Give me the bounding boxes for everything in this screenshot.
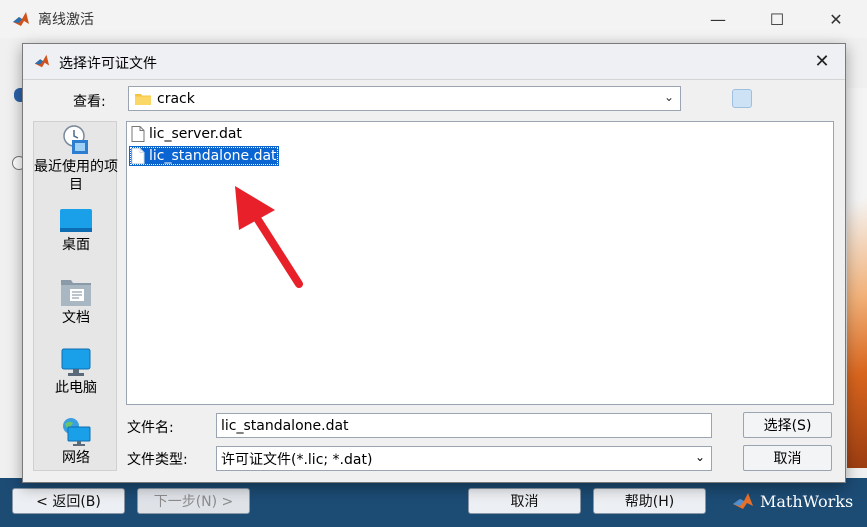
file-item-selected[interactable]: lic_standalone.dat: [129, 146, 279, 166]
mathworks-membrane-icon: [733, 493, 753, 509]
annotation-arrow-icon: [235, 186, 303, 288]
file-name: lic_standalone.dat: [149, 148, 277, 164]
chevron-down-icon: ⌄: [694, 450, 705, 464]
place-recent-items[interactable]: 最近使用的项目: [34, 124, 118, 194]
matlab-logo-icon: [34, 54, 50, 68]
mathworks-logo: MathWorks: [732, 488, 853, 514]
background-window-titlebar: 离线激活 — ☐ ✕: [0, 0, 867, 38]
place-network[interactable]: 网络: [34, 417, 118, 467]
footer-cancel-button[interactable]: 取消: [468, 488, 581, 514]
look-in-label: 查看:: [73, 94, 106, 110]
computer-icon: [61, 348, 91, 376]
help-button[interactable]: 帮助(H): [593, 488, 706, 514]
place-label: 此电脑: [55, 380, 97, 396]
documents-icon: [61, 280, 91, 306]
select-button[interactable]: 选择(S): [743, 412, 832, 438]
chevron-down-icon: ⌄: [663, 90, 674, 104]
place-label: 最近使用的项目: [34, 159, 118, 193]
places-bar: 最近使用的项目 桌面 文档 此电脑 网络: [33, 121, 118, 471]
minimize-button[interactable]: —: [695, 0, 741, 38]
filename-label: 文件名:: [127, 420, 174, 436]
next-button[interactable]: 下一步(N) >: [137, 488, 250, 514]
dialog-cancel-button[interactable]: 取消: [743, 445, 832, 471]
look-in-value: crack: [157, 90, 195, 107]
recent-items-icon: [63, 125, 88, 154]
place-desktop[interactable]: 桌面: [34, 208, 118, 254]
mathworks-wordmark: MathWorks: [760, 491, 854, 511]
folder-icon: [135, 94, 151, 105]
filetype-value: 许可证文件(*.lic; *.dat): [221, 451, 373, 468]
dialog-title: 选择许可证文件: [59, 56, 157, 72]
background-graphic: [847, 88, 867, 468]
dialog-close-button[interactable]: ✕: [799, 44, 845, 79]
place-label: 网络: [62, 450, 90, 466]
filename-value: lic_standalone.dat: [221, 417, 349, 434]
background-window-title: 离线激活: [38, 12, 94, 28]
select-license-dialog: 选择许可证文件 ✕ 查看: crack ⌄ 最近使用的项目 桌面 文档 此电脑 …: [22, 43, 846, 483]
file-icon: [131, 126, 145, 142]
desktop-icon: [60, 209, 92, 232]
filetype-select[interactable]: 许可证文件(*.lic; *.dat) ⌄: [216, 446, 712, 471]
place-documents[interactable]: 文档: [34, 277, 118, 327]
file-name: lic_server.dat: [149, 126, 242, 142]
look-in-combobox[interactable]: crack ⌄: [128, 86, 681, 111]
new-folder-button[interactable]: [732, 89, 752, 108]
network-icon: [63, 418, 91, 446]
place-label: 桌面: [62, 237, 90, 253]
back-button[interactable]: < 返回(B): [12, 488, 125, 514]
file-icon: [131, 148, 145, 164]
filename-input[interactable]: lic_standalone.dat: [216, 413, 712, 438]
filetype-label: 文件类型:: [127, 452, 188, 468]
matlab-logo-icon: [13, 12, 29, 26]
place-label: 文档: [62, 310, 90, 326]
maximize-button[interactable]: ☐: [754, 0, 800, 38]
place-this-pc[interactable]: 此电脑: [34, 347, 118, 397]
file-item[interactable]: lic_server.dat: [129, 124, 244, 144]
close-window-button[interactable]: ✕: [813, 0, 859, 38]
dialog-titlebar: 选择许可证文件 ✕: [23, 44, 845, 80]
